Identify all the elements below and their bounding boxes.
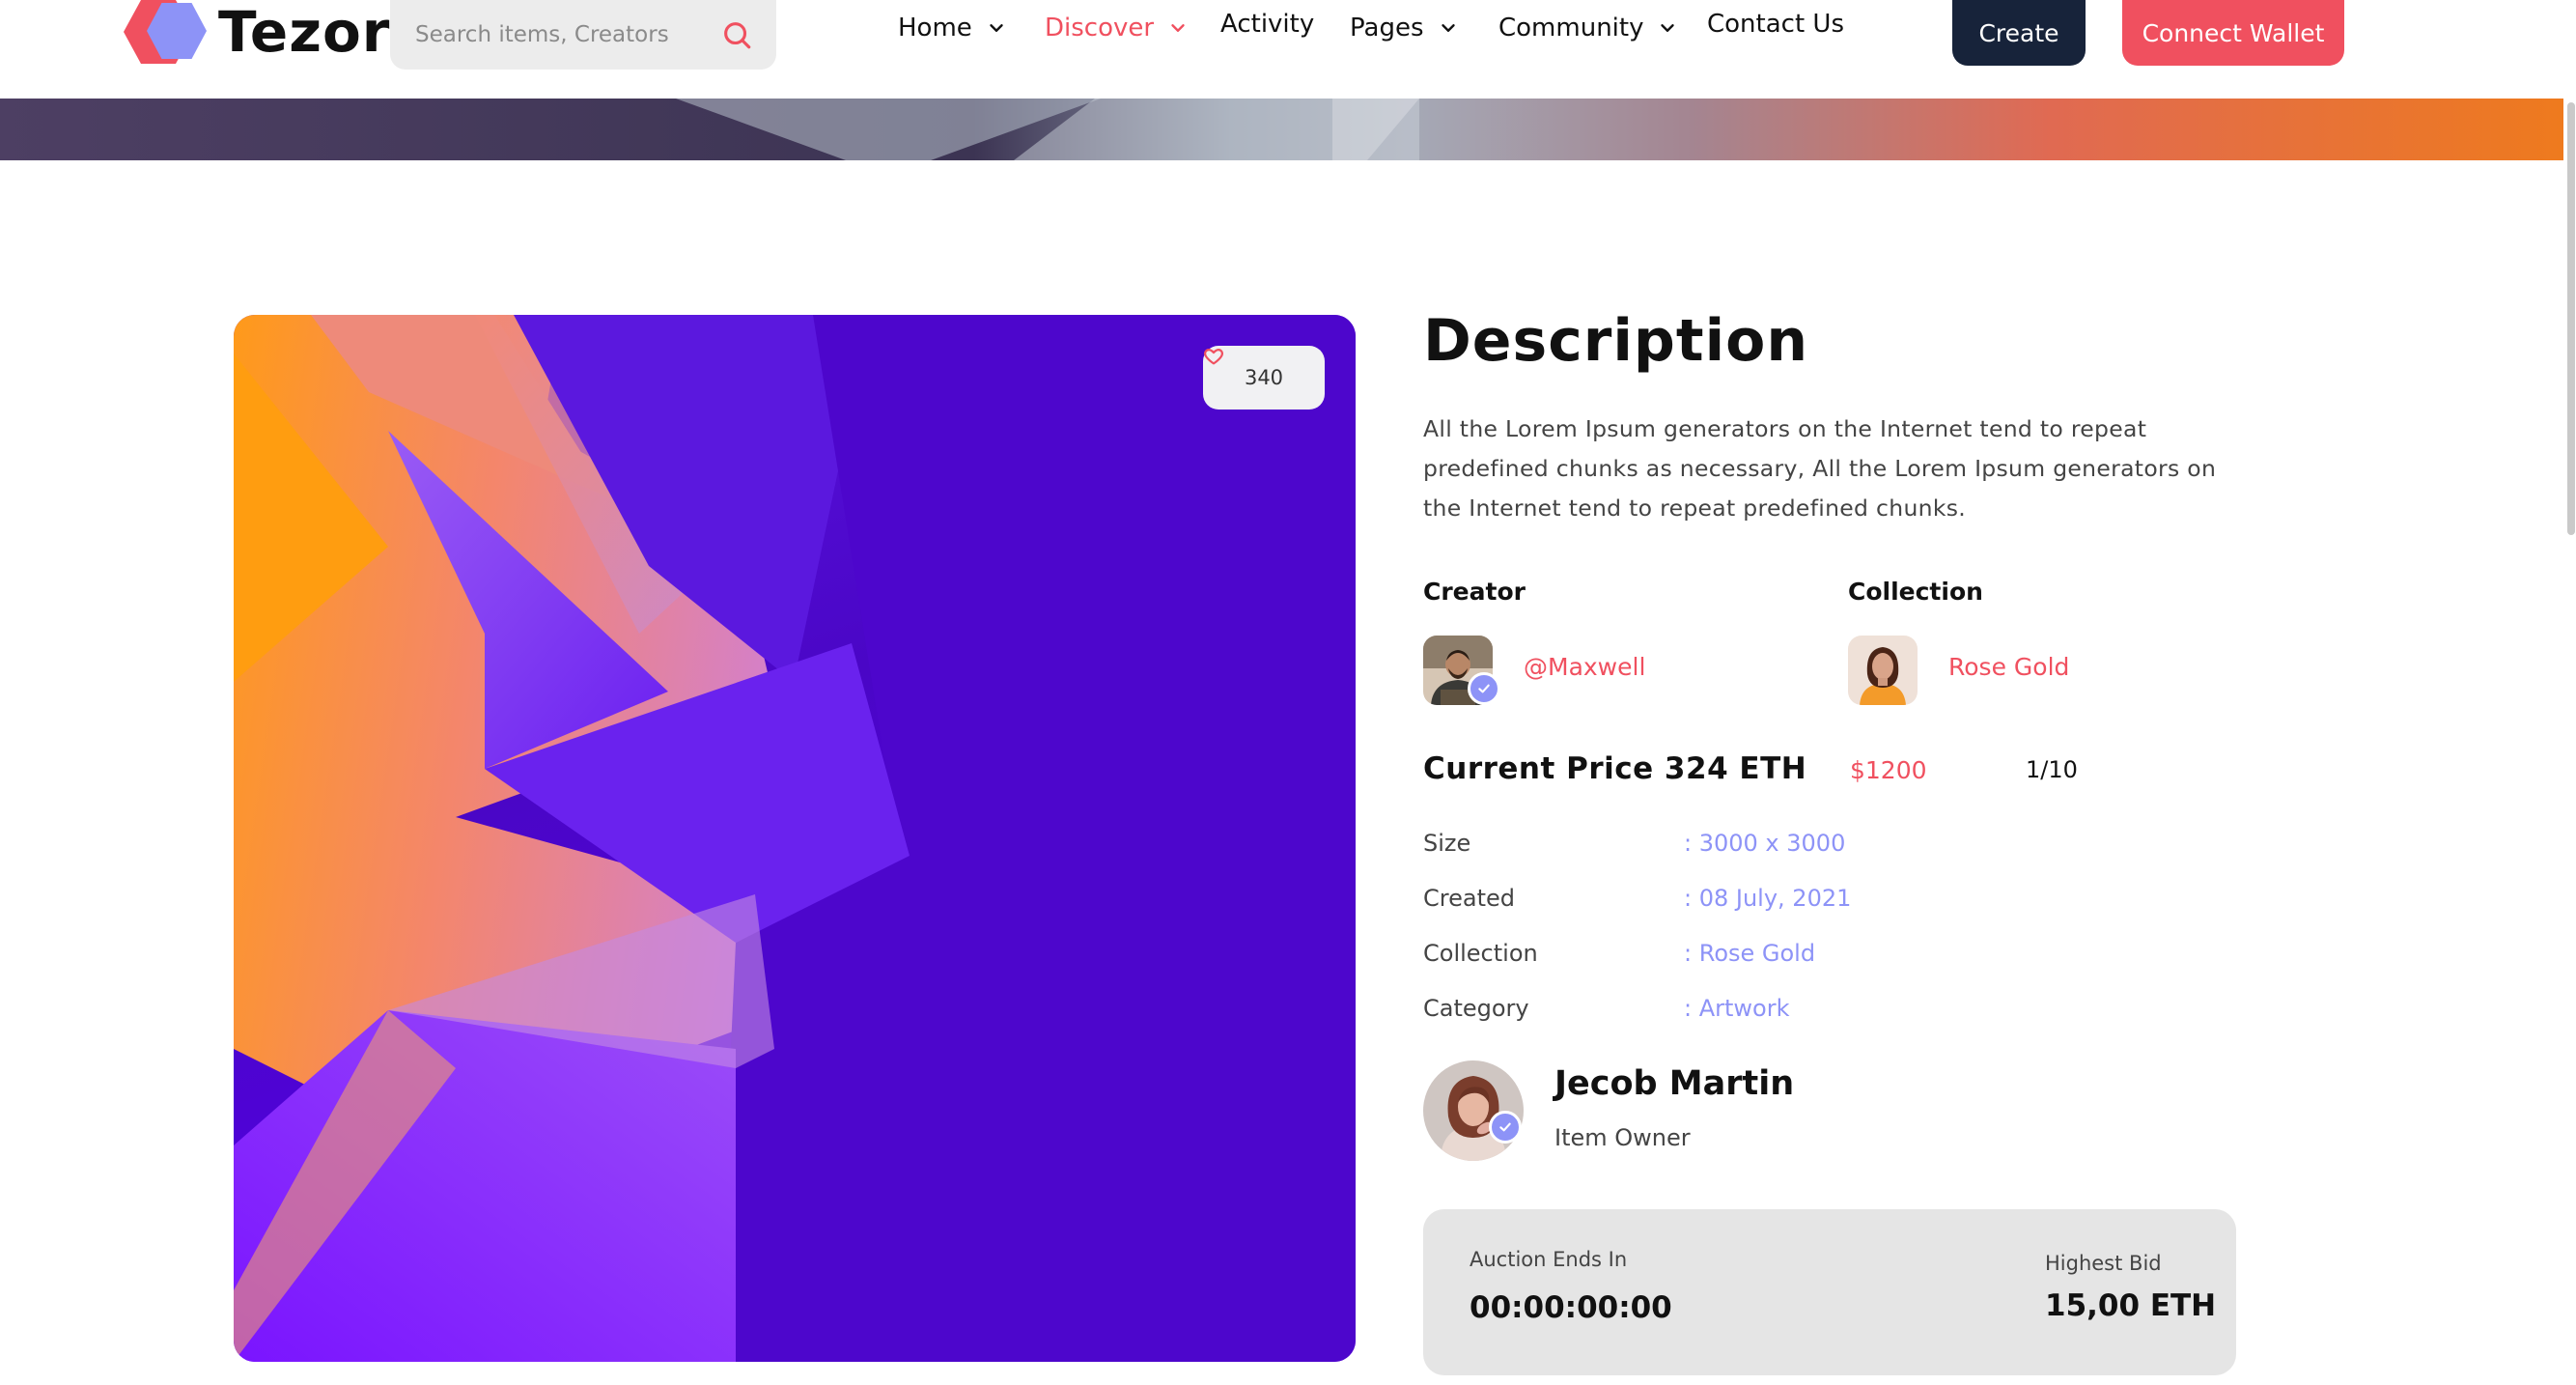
description-text: All the Lorem Ipsum generators on the In… — [1423, 415, 2217, 522]
edition-count: 1/10 — [2026, 756, 2078, 783]
spec-value-collection[interactable]: : Rose Gold — [1684, 940, 1815, 967]
nav-item-label: Activity — [1220, 10, 1315, 39]
nav-item-label: Discover — [1045, 14, 1155, 42]
auction-ends-label: Auction Ends In — [1470, 1248, 1628, 1271]
owner-role: Item Owner — [1554, 1124, 1691, 1151]
highest-bid-label: Highest Bid — [2045, 1252, 2162, 1275]
owner-name[interactable]: Jecob Martin — [1554, 1064, 1794, 1103]
search-box — [390, 0, 776, 70]
price-usd: $1200 — [1850, 756, 1927, 784]
nav-item-label: Contact Us — [1707, 10, 1844, 39]
collection-avatar[interactable] — [1848, 636, 1918, 705]
brand-logo[interactable]: Tezor — [124, 0, 390, 64]
nav-item-label: Pages — [1350, 14, 1424, 42]
nav-item-home[interactable]: Home — [898, 14, 1007, 42]
create-button[interactable]: Create — [1952, 0, 2086, 66]
verified-icon — [1468, 672, 1500, 705]
spec-value-category[interactable]: : Artwork — [1684, 995, 1790, 1022]
auction-countdown: 00:00:00:00 — [1470, 1290, 1672, 1325]
auction-panel: Auction Ends In 00:00:00:00 Highest Bid … — [1423, 1209, 2236, 1375]
spec-value-created: : 08 July, 2021 — [1684, 885, 1852, 912]
spec-label-size: Size — [1423, 830, 1471, 857]
creator-label: Creator — [1423, 578, 1526, 606]
chevron-down-icon — [1661, 24, 1675, 32]
chevron-down-icon — [1171, 24, 1185, 32]
chevron-down-icon — [1441, 24, 1455, 32]
spec-label-category: Category — [1423, 995, 1529, 1022]
heart-icon — [1204, 349, 1223, 365]
verified-icon — [1489, 1111, 1522, 1144]
connect-wallet-button[interactable]: Connect Wallet — [2122, 0, 2344, 66]
page-banner — [0, 99, 2563, 160]
search-icon[interactable] — [720, 18, 753, 51]
current-price: Current Price 324 ETH — [1423, 751, 1807, 786]
nav-item-community[interactable]: Community — [1498, 14, 1678, 42]
highest-bid-value: 15,00 ETH — [2045, 1288, 2217, 1323]
search-input[interactable] — [413, 15, 713, 54]
spec-value-size: : 3000 x 3000 — [1684, 830, 1846, 857]
creator-link[interactable]: @Maxwell — [1524, 653, 1645, 681]
spec-label-collection: Collection — [1423, 940, 1538, 967]
nav-item-contact[interactable]: Contact Us — [1707, 10, 1844, 39]
like-button[interactable]: 340 — [1203, 346, 1325, 410]
logo-icon — [124, 0, 207, 64]
collection-label: Collection — [1848, 578, 1983, 606]
nav-item-discover[interactable]: Discover — [1045, 14, 1189, 42]
brand-name: Tezor — [218, 0, 391, 65]
artwork-image — [234, 315, 1356, 1362]
like-count: 340 — [1244, 366, 1284, 389]
chevron-down-icon — [990, 24, 1003, 32]
nft-artwork: 340 — [234, 315, 1356, 1362]
nav-item-pages[interactable]: Pages — [1350, 14, 1459, 42]
nav-item-label: Home — [898, 14, 972, 42]
collection-link[interactable]: Rose Gold — [1948, 653, 2069, 681]
spec-label-created: Created — [1423, 885, 1515, 912]
description-title: Description — [1423, 307, 1809, 375]
nav-item-label: Community — [1498, 14, 1644, 42]
navbar: Tezor Home Discover Activity Pages Commu… — [0, 0, 2576, 99]
nav-item-activity[interactable]: Activity — [1220, 10, 1314, 39]
scrollbar-thumb[interactable] — [2567, 102, 2575, 535]
